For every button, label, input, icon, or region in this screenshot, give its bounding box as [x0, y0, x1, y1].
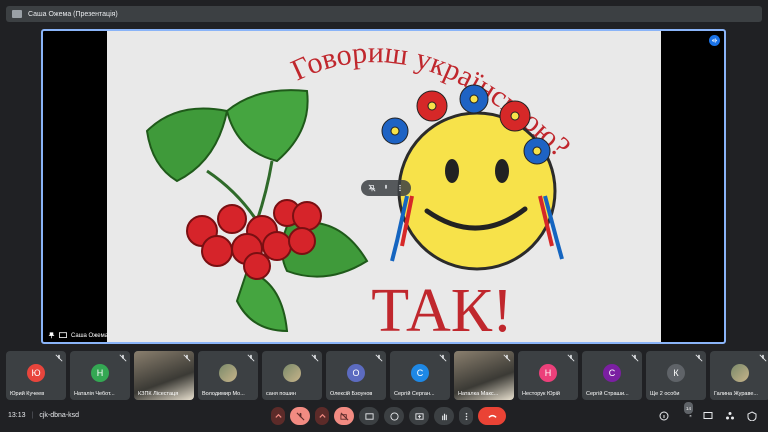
leaves: [145, 89, 369, 333]
mic-muted-icon: [311, 354, 319, 362]
hangup-icon: [487, 414, 497, 418]
raise-hand-button[interactable]: [434, 407, 454, 425]
captions-button[interactable]: [359, 407, 379, 425]
chevron-up-icon: [318, 413, 326, 418]
info-icon[interactable]: [658, 410, 670, 422]
participant-photo: [283, 364, 301, 382]
participant-name: Володимир Мо...: [202, 391, 245, 397]
mic-options-button[interactable]: [271, 407, 285, 425]
participant-tile[interactable]: С Сергій Страши...: [582, 351, 642, 400]
participant-name: саня пошин: [266, 391, 296, 397]
participant-tile[interactable]: С Сергій Серган...: [390, 351, 450, 400]
mic-muted-icon: [183, 354, 191, 362]
leave-call-button[interactable]: [478, 407, 506, 425]
slide-answer: ТАК!: [371, 277, 513, 342]
participant-name: Сергій Страши...: [586, 391, 629, 397]
camera-off-icon: [339, 412, 348, 420]
participant-name: КЗПК Лісестаця: [138, 391, 179, 397]
pin-icon[interactable]: [47, 332, 55, 339]
chevron-up-icon: [274, 413, 282, 418]
call-controls: [271, 407, 506, 425]
participant-avatar: Н: [91, 364, 109, 382]
captions-icon: [364, 412, 374, 420]
meeting-code[interactable]: cjk-dbna-ksd: [39, 412, 79, 419]
participant-tile[interactable]: Н Наталія Чебот...: [70, 351, 130, 400]
participant-name: Наталка Макс...: [458, 391, 499, 397]
participant-avatar: С: [603, 364, 621, 382]
chat-icon[interactable]: [702, 410, 714, 422]
present-screen-icon: [414, 412, 424, 420]
participant-strip: Ю Юрий Кучеев Н Наталія Чебот... КЗПК Лісест…: [6, 351, 768, 400]
tab-title: Саша Ожема (Презентація): [28, 10, 118, 18]
reactions-button[interactable]: [384, 407, 404, 425]
participant-name: Галина Жураве...: [714, 391, 758, 397]
presenter-name: Саша Ожема: [71, 332, 109, 339]
mic-muted-icon: [375, 354, 383, 362]
participant-tile[interactable]: Ю Юрий Кучеев: [6, 351, 66, 400]
participant-tile[interactable]: Н Несторук Юрій: [518, 351, 578, 400]
mic-muted-icon: [119, 354, 127, 362]
participant-name: Ще 2 особи: [650, 391, 680, 397]
mic-muted-icon: [567, 354, 575, 362]
screen-share-icon: [59, 332, 67, 339]
hand-icon: [441, 413, 447, 420]
participant-name: Сергій Серган...: [394, 391, 435, 397]
participant-name: Юрий Кучеев: [10, 391, 45, 397]
participant-photo: [731, 364, 749, 382]
mic-muted-icon: [55, 354, 63, 362]
present-button[interactable]: [409, 407, 429, 425]
mic-muted-icon: [247, 354, 255, 362]
presentation-stage[interactable]: Говориш українською?: [41, 29, 726, 344]
participant-tile[interactable]: К Ще 2 особи: [646, 351, 706, 400]
people-icon[interactable]: 14: [680, 402, 694, 422]
presentation-icon: [12, 10, 22, 18]
participant-avatar: С: [411, 364, 429, 382]
participant-avatar: Ю: [27, 364, 45, 382]
participant-avatar: К: [667, 364, 685, 382]
separator: |: [31, 412, 34, 419]
participant-name: Олексій Бзоунов: [330, 391, 373, 397]
participant-tile[interactable]: Володимир Мо...: [198, 351, 258, 400]
camera-toggle[interactable]: [334, 407, 354, 425]
people-count-badge: 14: [684, 402, 694, 414]
participant-name: Наталія Чебот...: [74, 391, 115, 397]
participant-avatar: Н: [539, 364, 557, 382]
clock-time: 13:13: [8, 412, 26, 419]
mic-muted-icon: [503, 354, 511, 362]
presentation-tab[interactable]: Саша Ожема (Презентація): [6, 6, 762, 22]
stage-overlay-controls[interactable]: [361, 180, 411, 196]
participant-tile[interactable]: Наталка Макс...: [454, 351, 514, 400]
mic-muted-icon: [759, 354, 767, 362]
emoji-icon: [389, 411, 399, 421]
mic-muted-icon: [631, 354, 639, 362]
activities-icon[interactable]: [724, 410, 736, 422]
side-controls: 14: [658, 402, 758, 422]
mic-muted-icon: [695, 354, 703, 362]
camera-options-button[interactable]: [315, 407, 329, 425]
participant-avatar: О: [347, 364, 365, 382]
presenter-label: Саша Ожема: [47, 332, 108, 339]
participant-tile[interactable]: саня пошин: [262, 351, 322, 400]
audio-wave-icon: [711, 38, 718, 43]
mic-muted-icon: [439, 354, 447, 362]
mic-off-icon: [296, 412, 304, 420]
bottom-bar: 13:13 | cjk-dbna-ksd 14: [0, 402, 768, 432]
more-options-button[interactable]: [459, 407, 473, 425]
more-vert-icon: [465, 412, 467, 420]
participant-photo: [219, 364, 237, 382]
participant-tile[interactable]: КЗПК Лісестаця: [134, 351, 194, 400]
meeting-info: 13:13 | cjk-dbna-ksd: [8, 412, 79, 419]
participant-name: Несторук Юрій: [522, 391, 560, 397]
sharing-badge: [709, 35, 720, 46]
unpin-icon[interactable]: [367, 183, 377, 193]
mute-icon[interactable]: [381, 183, 391, 193]
top-bar: Саша Ожема (Презентація): [0, 0, 768, 28]
host-controls-icon[interactable]: [746, 410, 758, 422]
participant-tile[interactable]: Галина Жураве...: [710, 351, 768, 400]
participant-tile[interactable]: О Олексій Бзоунов: [326, 351, 386, 400]
microphone-toggle[interactable]: [290, 407, 310, 425]
more-options-icon[interactable]: [395, 183, 405, 193]
